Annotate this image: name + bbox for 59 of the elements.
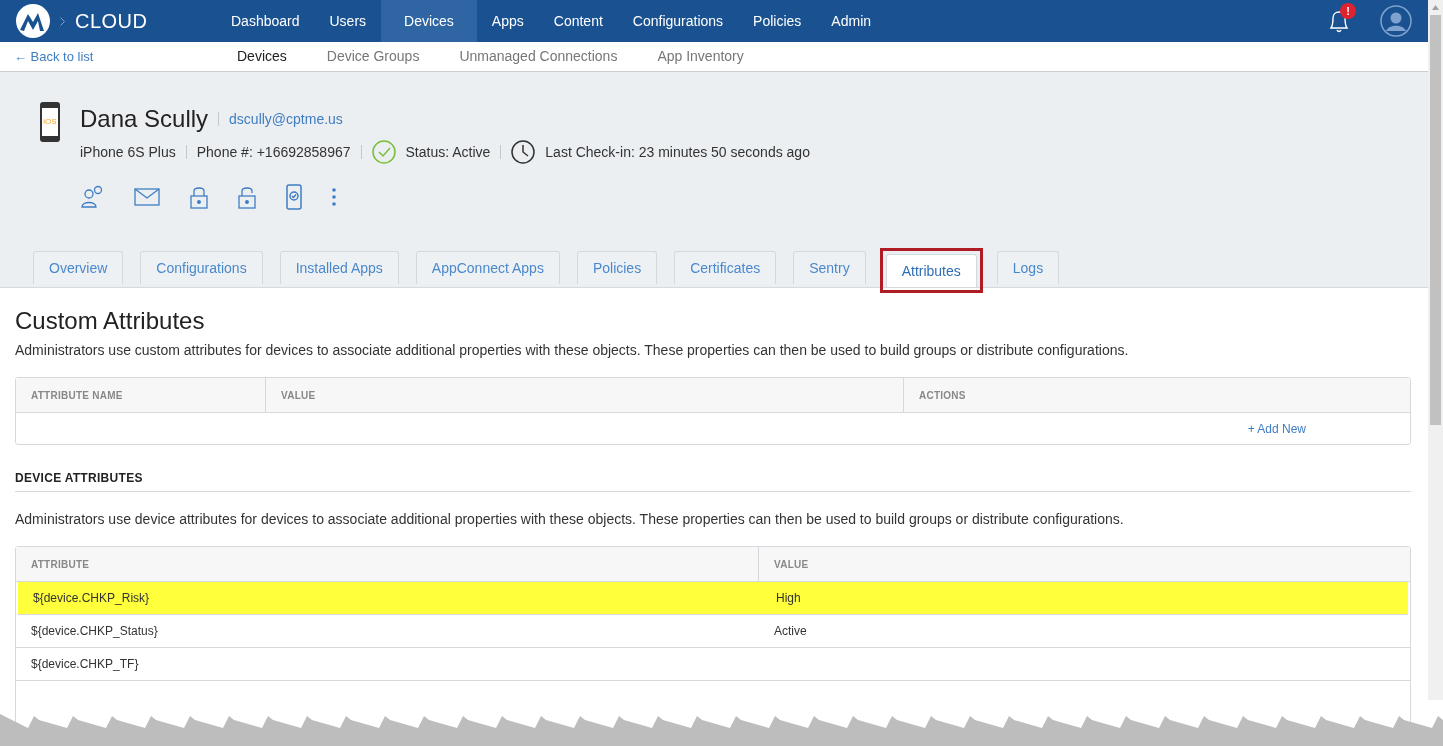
tab[interactable]: Sentry bbox=[793, 251, 866, 284]
column-header: ATTRIBUTE NAME bbox=[16, 378, 266, 412]
chevron-icon bbox=[60, 16, 65, 26]
device-model: iPhone 6S Plus bbox=[80, 142, 176, 162]
sub-nav-item[interactable]: App Inventory bbox=[657, 46, 744, 68]
tab[interactable]: Certificates bbox=[674, 251, 777, 284]
nav-item[interactable]: Configurations bbox=[617, 0, 739, 43]
tab[interactable]: Attributes bbox=[885, 254, 977, 287]
device-check-icon[interactable] bbox=[286, 184, 302, 210]
table-cell-text: ${device.CHKP_TF} bbox=[30, 656, 140, 673]
column-header: ATTRIBUTE bbox=[16, 547, 759, 581]
nav-item[interactable]: Policies bbox=[738, 0, 817, 43]
sub-nav-item[interactable]: Device Groups bbox=[326, 46, 420, 68]
table-cell-text: ${device.CHKP_Status} bbox=[30, 623, 159, 640]
clock-icon bbox=[511, 140, 536, 164]
back-to-list-link[interactable]: ← Back to list bbox=[0, 46, 237, 67]
tab[interactable]: Policies bbox=[576, 251, 658, 284]
add-new-link[interactable]: + Add New bbox=[1247, 419, 1306, 438]
tab[interactable]: Configurations bbox=[140, 251, 263, 284]
nav-item[interactable]: Content bbox=[538, 0, 618, 43]
brand-name: CLOUD bbox=[75, 9, 148, 35]
email-link[interactable]: dscully@cptme.us bbox=[229, 108, 343, 130]
alert-badge: ! bbox=[1340, 3, 1356, 20]
nav-item[interactable]: Admin bbox=[816, 0, 887, 43]
scroll-up-arrow-icon[interactable] bbox=[1432, 5, 1439, 10]
section-title: Custom Attributes bbox=[15, 306, 206, 336]
section-description: Administrators use device attributes for devices to associate additional properties with these objects. These properties can then be used to build groups or distribute configurations. bbox=[15, 510, 1125, 529]
table-cell-text: ${device.CHKP_Risk} bbox=[32, 590, 151, 607]
user-avatar-icon[interactable] bbox=[1380, 5, 1412, 38]
column-header: VALUE bbox=[773, 557, 810, 572]
sub-nav-item[interactable]: Devices bbox=[237, 46, 287, 68]
more-options-icon[interactable] bbox=[332, 188, 336, 206]
sub-nav-item[interactable]: Unmanaged Connections bbox=[459, 46, 618, 68]
mail-icon[interactable] bbox=[134, 188, 160, 206]
column-header: ACTIONS bbox=[918, 388, 967, 403]
scrollbar[interactable] bbox=[1428, 0, 1443, 700]
tab[interactable]: AppConnect Apps bbox=[415, 251, 560, 284]
table-cell-text: High bbox=[775, 590, 802, 607]
nav-item[interactable]: Dashboard bbox=[216, 0, 315, 43]
tab[interactable]: Installed Apps bbox=[279, 251, 399, 284]
nav-item[interactable]: Devices bbox=[381, 0, 477, 43]
table-cell-text: Active bbox=[773, 623, 808, 640]
check-circle-icon bbox=[371, 140, 396, 164]
last-checkin-text: Last Check-in: 23 minutes 50 seconds ago bbox=[545, 142, 810, 162]
device-owner-name: Dana Scully bbox=[80, 104, 209, 134]
tab[interactable]: Overview bbox=[33, 251, 124, 284]
phone-icon: iOS bbox=[40, 102, 60, 142]
column-header: VALUE bbox=[266, 378, 904, 412]
user-add-icon[interactable] bbox=[80, 185, 104, 209]
tab[interactable]: Logs bbox=[996, 251, 1060, 284]
mountain-logo-icon bbox=[16, 4, 50, 39]
lock-icon[interactable] bbox=[190, 185, 208, 209]
nav-item[interactable]: Users bbox=[314, 0, 382, 43]
status-text: Status: Active bbox=[405, 142, 491, 162]
subsection-title: DEVICE ATTRIBUTES bbox=[15, 469, 1411, 492]
nav-item[interactable]: Apps bbox=[476, 0, 539, 43]
unlock-icon[interactable] bbox=[238, 185, 256, 209]
section-description: Administrators use custom attributes for devices to associate additional properties with these objects. These properties can then be used to build groups or distribute configurations. bbox=[15, 341, 1130, 360]
phone-number: Phone #: +16692858967 bbox=[196, 142, 351, 162]
